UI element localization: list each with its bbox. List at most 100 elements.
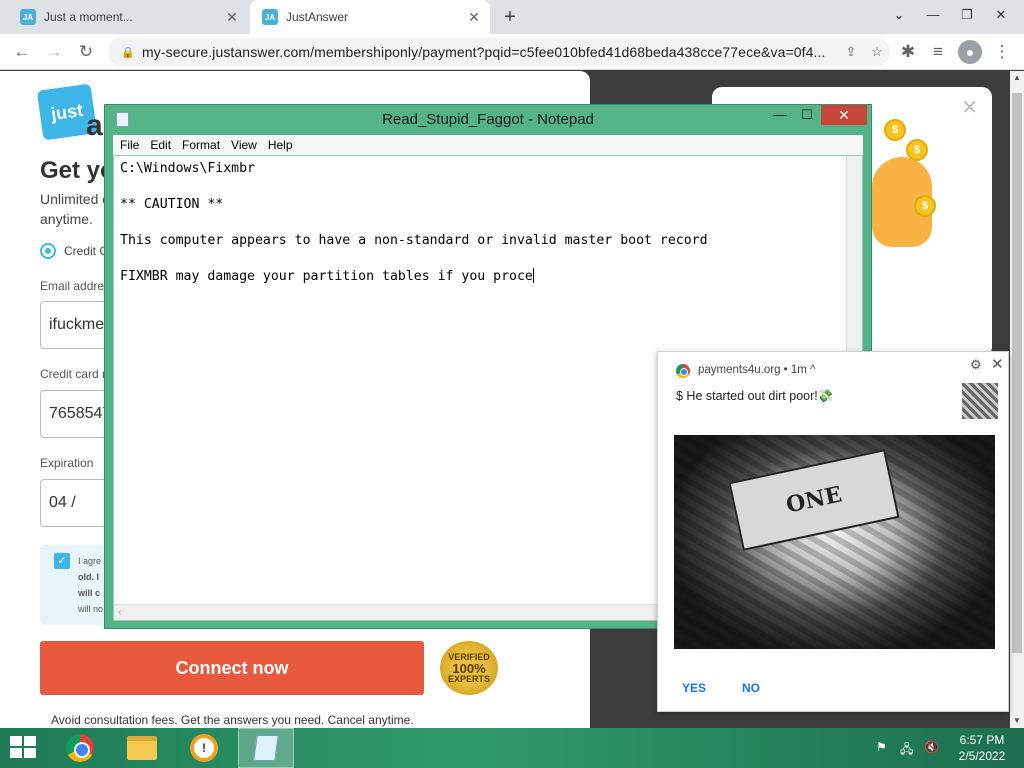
tab-title: Just a moment... bbox=[44, 10, 133, 24]
gear-icon[interactable]: ⚙ bbox=[970, 357, 982, 373]
chrome-icon bbox=[676, 364, 690, 378]
consent-checkbox[interactable]: ✓ bbox=[54, 553, 70, 569]
scroll-left-icon[interactable]: ‹ bbox=[118, 607, 121, 618]
address-bar[interactable]: 🔒 my-secure.justanswer.com/membershiponl… bbox=[108, 38, 890, 66]
share-icon[interactable]: ⇪ bbox=[838, 44, 864, 60]
subline-line2: anytime. bbox=[40, 211, 93, 227]
menu-format[interactable]: Format bbox=[182, 138, 220, 152]
notification-image[interactable]: ONE bbox=[674, 435, 995, 649]
text-line: FIXMBR may damage your partition tables … bbox=[120, 269, 533, 284]
url-text[interactable]: my-secure.justanswer.com/membershiponly/… bbox=[142, 44, 838, 60]
new-tab-button[interactable]: + bbox=[498, 5, 522, 29]
taskbar-clock[interactable]: 6:57 PM 2/5/2022 bbox=[950, 732, 1014, 764]
folder-icon bbox=[127, 736, 157, 760]
consent-text: I agre old. I will c will no bbox=[78, 553, 103, 617]
text-line bbox=[120, 178, 708, 196]
tab-justanswer[interactable]: JA JustAnswer ✕ bbox=[250, 0, 490, 34]
notepad-titlebar[interactable]: Read_Stupid_Faggot - Notepad — ☐ ✕ bbox=[105, 105, 871, 133]
consent-line: will no bbox=[78, 604, 104, 614]
menu-file[interactable]: File bbox=[120, 138, 139, 152]
email-label: Email addre bbox=[40, 279, 105, 293]
taskbar-notepad[interactable] bbox=[238, 728, 294, 768]
browser-toolbar: ← → ↻ 🔒 my-secure.justanswer.com/members… bbox=[0, 34, 1024, 70]
media-queue-icon[interactable]: ≡ bbox=[926, 40, 950, 64]
justanswer-favicon-icon: JA bbox=[262, 9, 278, 25]
expiration-label: Expiration bbox=[40, 456, 94, 470]
credit-card-radio[interactable] bbox=[40, 243, 56, 259]
yes-button[interactable]: YES bbox=[682, 681, 706, 695]
notification-thumbnail bbox=[962, 383, 998, 419]
chrome-notification: payments4u.org • 1m ^ ⚙ ✕ $ He started o… bbox=[657, 351, 1009, 712]
coin-icon: $ bbox=[906, 139, 928, 161]
text-line: ** CAUTION ** bbox=[120, 197, 224, 212]
menu-edit[interactable]: Edit bbox=[150, 138, 171, 152]
windows-start-icon[interactable] bbox=[10, 736, 38, 760]
notepad-close-button[interactable]: ✕ bbox=[821, 105, 867, 125]
close-icon[interactable]: ✕ bbox=[991, 355, 1004, 373]
tab-title: JustAnswer bbox=[286, 10, 349, 24]
subline-line1: Unlimited c bbox=[40, 191, 110, 207]
coin-icon: $ bbox=[914, 195, 936, 217]
volume-muted-icon[interactable]: 🔇 bbox=[924, 740, 939, 754]
tab-close-icon[interactable]: ✕ bbox=[222, 9, 242, 26]
text-line: C:\Windows\Fixmbr bbox=[120, 161, 255, 176]
scroll-down-icon[interactable]: ▼ bbox=[1010, 714, 1024, 728]
tab-search-icon[interactable]: ⌄ bbox=[882, 0, 916, 30]
chrome-icon bbox=[66, 734, 94, 762]
justanswer-favicon-icon: JA bbox=[20, 9, 36, 25]
bookmark-star-icon[interactable]: ☆ bbox=[864, 44, 890, 60]
window-close-button[interactable]: ✕ bbox=[984, 0, 1018, 30]
consent-line: old. I bbox=[78, 572, 99, 582]
badge-mid-text: 100% bbox=[452, 660, 486, 676]
extensions-icon[interactable]: ✱ bbox=[896, 40, 920, 64]
page-subline: Unlimited c anytime. bbox=[40, 189, 109, 229]
clock-time: 6:57 PM bbox=[959, 733, 1005, 747]
consent-line: will c bbox=[78, 588, 101, 598]
lock-icon[interactable]: 🔒 bbox=[118, 46, 138, 59]
network-icon[interactable]: 🖧 bbox=[900, 740, 913, 761]
tab-just-a-moment[interactable]: JA Just a moment... ✕ bbox=[8, 0, 248, 34]
promo-illustration: $ $ $ bbox=[862, 117, 942, 267]
tab-close-icon[interactable]: ✕ bbox=[464, 9, 484, 26]
logo-text-suffix: a bbox=[86, 109, 103, 142]
minimize-button[interactable]: — bbox=[916, 0, 950, 30]
menu-view[interactable]: View bbox=[231, 138, 257, 152]
badge-bottom-text: EXPERTS bbox=[447, 673, 490, 684]
action-center-flag-icon[interactable]: ⚑ bbox=[876, 740, 887, 754]
consent-line: I agre bbox=[78, 556, 102, 566]
profile-avatar-icon[interactable]: ● bbox=[958, 40, 982, 64]
reload-icon[interactable]: ↻ bbox=[74, 40, 98, 64]
taskbar-security-app[interactable]: ! bbox=[176, 728, 232, 768]
scroll-up-icon[interactable]: ▲ bbox=[1010, 71, 1024, 85]
notepad-title: Read_Stupid_Faggot - Notepad bbox=[382, 111, 594, 128]
credit-card-radio-label: Credit C bbox=[64, 244, 109, 258]
windows-taskbar: ! ⚑ 🖧 🔇 6:57 PM 2/5/2022 bbox=[0, 728, 1024, 768]
menu-help[interactable]: Help bbox=[268, 138, 293, 152]
notepad-document-text[interactable]: C:\Windows\Fixmbr ** CAUTION ** This com… bbox=[120, 160, 708, 286]
notepad-icon bbox=[253, 735, 279, 761]
notification-age[interactable]: • 1m ^ bbox=[784, 364, 816, 376]
back-icon[interactable]: ← bbox=[10, 40, 34, 64]
card-number-label: Credit card n bbox=[40, 367, 109, 381]
clock-date: 2/5/2022 bbox=[958, 749, 1006, 763]
notepad-menubar: File Edit Format View Help bbox=[113, 135, 863, 155]
restore-button[interactable]: ❐ bbox=[950, 0, 984, 30]
text-line: This computer appears to have a non-stan… bbox=[120, 233, 708, 248]
notification-origin: payments4u.org bbox=[698, 364, 781, 376]
dollar-bill-image: ONE bbox=[728, 449, 900, 551]
menu-kebab-icon[interactable]: ⋮ bbox=[990, 40, 1014, 64]
text-caret bbox=[532, 268, 534, 283]
connect-now-button[interactable]: Connect now bbox=[40, 641, 424, 695]
promo-close-icon[interactable]: ✕ bbox=[961, 95, 978, 120]
notification-header: payments4u.org • 1m ^ bbox=[698, 364, 815, 376]
notepad-maximize-button[interactable]: ☐ bbox=[794, 105, 820, 125]
security-shield-icon: ! bbox=[190, 734, 218, 762]
no-button[interactable]: NO bbox=[742, 681, 760, 695]
text-line bbox=[120, 250, 708, 268]
forward-icon[interactable]: → bbox=[42, 40, 66, 64]
scroll-thumb[interactable] bbox=[1012, 93, 1022, 653]
notepad-minimize-button[interactable]: — bbox=[767, 105, 793, 125]
taskbar-chrome[interactable] bbox=[52, 728, 108, 768]
page-scrollbar[interactable]: ▲ ▼ bbox=[1010, 71, 1024, 728]
taskbar-file-explorer[interactable] bbox=[114, 728, 170, 768]
